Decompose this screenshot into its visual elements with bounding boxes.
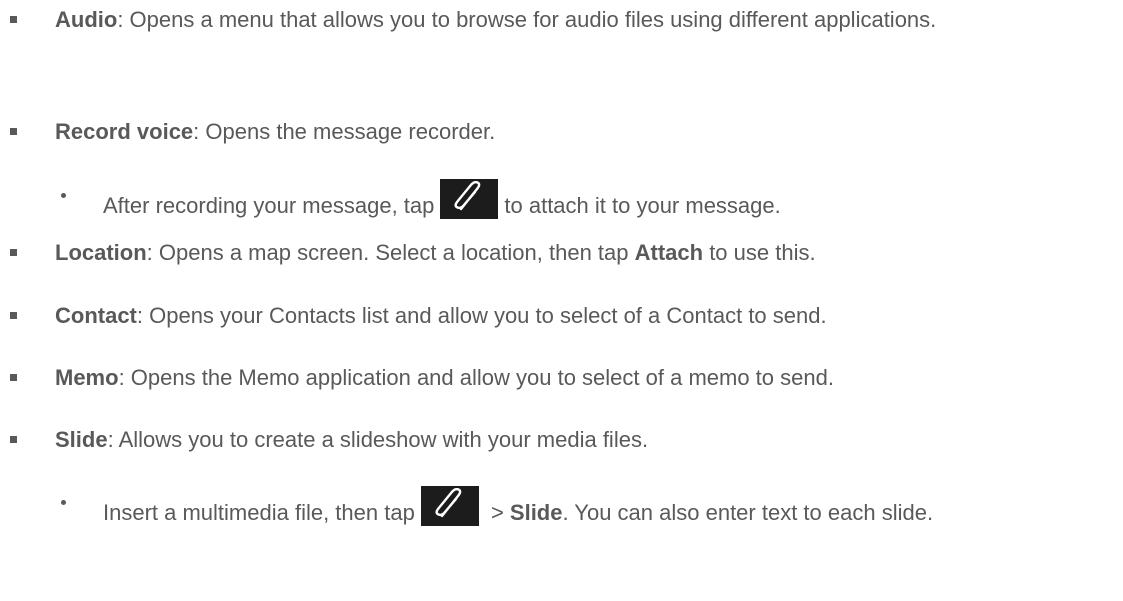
paperclip-icon (440, 179, 499, 219)
item-description: : Opens the message recorder. (193, 119, 496, 144)
paperclip-icon (420, 486, 479, 526)
item-description: : Allows you to create a slideshow with … (107, 427, 649, 452)
item-description: : Opens a menu that allows you to browse… (117, 7, 937, 32)
item-description: : Opens your Contacts list and allow you… (136, 303, 827, 328)
sub-item-text: Insert a multimedia file, then tap (103, 500, 415, 525)
item-label: Memo (55, 365, 119, 390)
square-bullet (10, 16, 17, 23)
sub-item-text-end: . You can also enter text to each slide. (562, 500, 934, 525)
item-label: Record voice (55, 119, 194, 144)
attach-label: Attach (634, 240, 704, 265)
item-label: Location (55, 240, 147, 265)
square-bullet (10, 312, 17, 319)
square-bullet (10, 374, 17, 381)
item-label: Contact (55, 303, 137, 328)
item-label: Audio (55, 7, 118, 32)
sub-item-text: After recording your message, tap (103, 193, 435, 218)
square-bullet (10, 249, 17, 256)
document: Audio: Opens a menu that allows you to b… (0, 0, 1123, 601)
square-bullet (10, 128, 17, 135)
round-bullet (61, 193, 66, 198)
slide-label: Slide (509, 500, 563, 525)
item-label: Slide (55, 427, 108, 452)
round-bullet (61, 500, 66, 505)
square-bullet (10, 436, 17, 443)
sub-item-text-end: to attach it to your message. (504, 193, 781, 218)
item-description: : Opens the Memo application and allow y… (118, 365, 834, 390)
item-description: : Opens a map screen. Select a location,… (146, 240, 635, 265)
separator: > (484, 500, 510, 525)
item-description-end: to use this. (703, 240, 816, 265)
